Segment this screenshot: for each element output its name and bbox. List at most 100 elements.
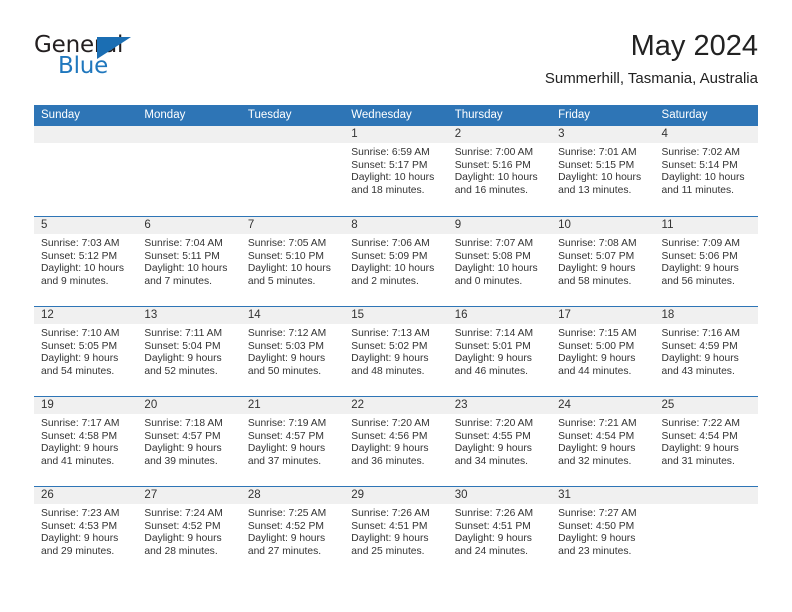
- day-cell[interactable]: 14 Sunrise: 7:12 AM Sunset: 5:03 PM Dayl…: [240, 307, 345, 396]
- day-info: Sunrise: 7:10 AM Sunset: 5:05 PM Dayligh…: [34, 324, 137, 378]
- day-info: Sunrise: 7:19 AM Sunset: 4:57 PM Dayligh…: [241, 414, 344, 468]
- sunrise-text: Sunrise: 7:27 AM: [558, 508, 637, 519]
- day-number: [137, 126, 241, 143]
- weekday-header-friday: Friday: [558, 109, 591, 121]
- day-cell[interactable]: 21 Sunrise: 7:19 AM Sunset: 4:57 PM Dayl…: [240, 397, 345, 486]
- daylight-text-line1: Daylight: 10 hours: [351, 172, 435, 184]
- sunrise-text: Sunrise: 7:21 AM: [558, 418, 637, 429]
- day-info: Sunrise: 7:26 AM Sunset: 4:51 PM Dayligh…: [448, 504, 551, 558]
- day-info: Sunrise: 7:16 AM Sunset: 4:59 PM Dayligh…: [655, 324, 758, 378]
- day-cell[interactable]: 6 Sunrise: 7:04 AM Sunset: 5:11 PM Dayli…: [137, 217, 241, 306]
- day-cell[interactable]: 10 Sunrise: 7:08 AM Sunset: 5:07 PM Dayl…: [551, 217, 655, 306]
- day-info: Sunrise: 7:22 AM Sunset: 4:54 PM Dayligh…: [655, 414, 758, 468]
- day-number: 14: [240, 307, 345, 324]
- sunrise-text: Sunrise: 7:23 AM: [41, 508, 120, 519]
- sunset-text: Sunset: 5:16 PM: [454, 159, 531, 171]
- day-cell[interactable]: 28 Sunrise: 7:25 AM Sunset: 4:52 PM Dayl…: [240, 487, 345, 576]
- sunset-text: Sunset: 4:54 PM: [661, 430, 738, 442]
- day-info: Sunrise: 7:13 AM Sunset: 5:02 PM Dayligh…: [344, 324, 447, 378]
- daylight-text-line1: Daylight: 9 hours: [454, 443, 532, 455]
- day-number: 5: [34, 217, 138, 234]
- day-cell[interactable]: 13 Sunrise: 7:11 AM Sunset: 5:04 PM Dayl…: [137, 307, 241, 396]
- day-cell[interactable]: 24 Sunrise: 7:21 AM Sunset: 4:54 PM Dayl…: [551, 397, 655, 486]
- day-number: 27: [137, 487, 241, 504]
- day-cell[interactable]: 18 Sunrise: 7:16 AM Sunset: 4:59 PM Dayl…: [654, 307, 758, 396]
- daylight-text-line1: Daylight: 10 hours: [144, 263, 228, 275]
- day-info: Sunrise: 7:12 AM Sunset: 5:03 PM Dayligh…: [241, 324, 344, 378]
- day-cell[interactable]: 4 Sunrise: 7:02 AM Sunset: 5:14 PM Dayli…: [654, 126, 758, 216]
- day-cell[interactable]: 5 Sunrise: 7:03 AM Sunset: 5:12 PM Dayli…: [34, 217, 138, 306]
- day-info: Sunrise: 7:17 AM Sunset: 4:58 PM Dayligh…: [34, 414, 137, 468]
- daylight-text-line2: and 9 minutes.: [41, 275, 109, 287]
- daylight-text-line2: and 46 minutes.: [454, 365, 528, 377]
- day-cell[interactable]: 12 Sunrise: 7:10 AM Sunset: 5:05 PM Dayl…: [34, 307, 138, 396]
- daylight-text-line2: and 29 minutes.: [41, 545, 115, 557]
- day-number: 10: [551, 217, 655, 234]
- day-cell[interactable]: 2 Sunrise: 7:00 AM Sunset: 5:16 PM Dayli…: [447, 126, 552, 216]
- day-number: 3: [551, 126, 655, 143]
- day-cell[interactable]: 15 Sunrise: 7:13 AM Sunset: 5:02 PM Dayl…: [344, 307, 448, 396]
- day-cell[interactable]: 16 Sunrise: 7:14 AM Sunset: 5:01 PM Dayl…: [447, 307, 552, 396]
- day-cell[interactable]: 1 Sunrise: 6:59 AM Sunset: 5:17 PM Dayli…: [344, 126, 448, 216]
- day-cell[interactable]: 8 Sunrise: 7:06 AM Sunset: 5:09 PM Dayli…: [344, 217, 448, 306]
- day-cell[interactable]: 30 Sunrise: 7:26 AM Sunset: 4:51 PM Dayl…: [447, 487, 552, 576]
- daylight-text-line2: and 32 minutes.: [558, 455, 632, 467]
- day-number: 16: [447, 307, 552, 324]
- week-row: 26 Sunrise: 7:23 AM Sunset: 4:53 PM Dayl…: [34, 486, 758, 576]
- day-cell[interactable]: 7 Sunrise: 7:05 AM Sunset: 5:10 PM Dayli…: [240, 217, 345, 306]
- day-info: Sunrise: 7:08 AM Sunset: 5:07 PM Dayligh…: [551, 234, 654, 288]
- sunrise-text: Sunrise: 7:16 AM: [661, 328, 740, 339]
- daylight-text-line2: and 2 minutes.: [351, 275, 419, 287]
- daylight-text-line1: Daylight: 10 hours: [558, 172, 642, 184]
- day-cell[interactable]: 17 Sunrise: 7:15 AM Sunset: 5:00 PM Dayl…: [551, 307, 655, 396]
- day-number: 4: [654, 126, 758, 143]
- daylight-text-line2: and 48 minutes.: [351, 365, 425, 377]
- day-cell[interactable]: 23 Sunrise: 7:20 AM Sunset: 4:55 PM Dayl…: [447, 397, 552, 486]
- day-cell[interactable]: 31 Sunrise: 7:27 AM Sunset: 4:50 PM Dayl…: [551, 487, 655, 576]
- day-cell[interactable]: 19 Sunrise: 7:17 AM Sunset: 4:58 PM Dayl…: [34, 397, 138, 486]
- day-number: 18: [654, 307, 758, 324]
- sunset-text: Sunset: 5:12 PM: [41, 250, 118, 262]
- daylight-text-line1: Daylight: 9 hours: [351, 443, 429, 455]
- sunrise-text: Sunrise: 7:10 AM: [41, 328, 120, 339]
- daylight-text-line1: Daylight: 9 hours: [661, 263, 739, 275]
- day-number: 19: [34, 397, 138, 414]
- day-cell[interactable]: 9 Sunrise: 7:07 AM Sunset: 5:08 PM Dayli…: [447, 217, 552, 306]
- day-cell: [654, 487, 758, 576]
- sunset-text: Sunset: 5:15 PM: [558, 159, 635, 171]
- day-number: [34, 126, 138, 143]
- sunrise-text: Sunrise: 7:09 AM: [661, 238, 740, 249]
- day-number: 25: [654, 397, 758, 414]
- sunset-text: Sunset: 4:55 PM: [454, 430, 531, 442]
- sunset-text: Sunset: 5:03 PM: [247, 340, 324, 352]
- day-number: 9: [447, 217, 552, 234]
- weekday-header-saturday: Saturday: [661, 109, 708, 121]
- daylight-text-line2: and 0 minutes.: [454, 275, 523, 287]
- logo-text-blue: Blue: [58, 53, 109, 79]
- day-cell[interactable]: 27 Sunrise: 7:24 AM Sunset: 4:52 PM Dayl…: [137, 487, 241, 576]
- daylight-text-line2: and 27 minutes.: [247, 545, 322, 557]
- day-number: 21: [240, 397, 345, 414]
- day-cell[interactable]: 20 Sunrise: 7:18 AM Sunset: 4:57 PM Dayl…: [137, 397, 241, 486]
- day-info: Sunrise: 7:20 AM Sunset: 4:56 PM Dayligh…: [344, 414, 447, 468]
- daylight-text-line2: and 24 minutes.: [454, 545, 528, 557]
- day-cell[interactable]: 26 Sunrise: 7:23 AM Sunset: 4:53 PM Dayl…: [34, 487, 138, 576]
- sunset-text: Sunset: 5:17 PM: [351, 159, 428, 171]
- sunset-text: Sunset: 5:11 PM: [144, 250, 220, 262]
- daylight-text-line1: Daylight: 10 hours: [41, 263, 124, 275]
- daylight-text-line2: and 44 minutes.: [558, 365, 632, 377]
- day-cell[interactable]: 29 Sunrise: 7:26 AM Sunset: 4:51 PM Dayl…: [344, 487, 448, 576]
- day-number: 29: [344, 487, 448, 504]
- daylight-text-line2: and 56 minutes.: [661, 275, 735, 287]
- day-info: Sunrise: 7:14 AM Sunset: 5:01 PM Dayligh…: [448, 324, 551, 378]
- day-cell[interactable]: 22 Sunrise: 7:20 AM Sunset: 4:56 PM Dayl…: [344, 397, 448, 486]
- sunrise-text: Sunrise: 7:01 AM: [558, 147, 637, 158]
- daylight-text-line1: Daylight: 10 hours: [661, 172, 745, 184]
- day-cell[interactable]: 25 Sunrise: 7:22 AM Sunset: 4:54 PM Dayl…: [654, 397, 758, 486]
- day-info: Sunrise: 7:20 AM Sunset: 4:55 PM Dayligh…: [448, 414, 551, 468]
- day-cell[interactable]: 3 Sunrise: 7:01 AM Sunset: 5:15 PM Dayli…: [551, 126, 655, 216]
- day-info: Sunrise: 7:00 AM Sunset: 5:16 PM Dayligh…: [448, 143, 551, 197]
- sunrise-text: Sunrise: 7:24 AM: [144, 508, 223, 519]
- sunset-text: Sunset: 5:09 PM: [351, 250, 428, 262]
- day-cell[interactable]: 11 Sunrise: 7:09 AM Sunset: 5:06 PM Dayl…: [654, 217, 758, 306]
